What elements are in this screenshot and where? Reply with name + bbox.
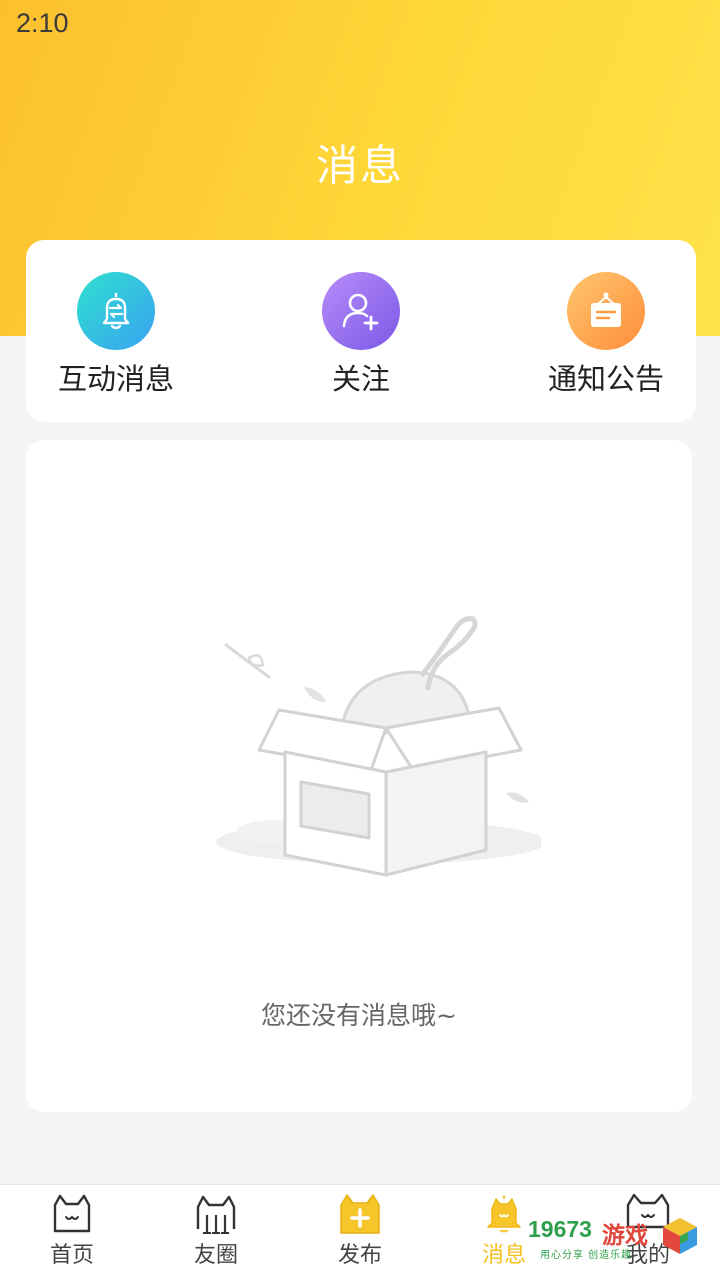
bell-swap-icon bbox=[77, 272, 155, 350]
bell-icon bbox=[487, 1195, 521, 1233]
cat-group-icon bbox=[196, 1195, 236, 1234]
announcements-label: 通知公告 bbox=[547, 362, 664, 396]
cat-head-icon bbox=[53, 1194, 91, 1233]
tab-home-label: 首页 bbox=[49, 1243, 94, 1268]
site-watermark: 19673 游戏 用心分享 创造乐趣 bbox=[526, 1212, 702, 1264]
empty-state-text: 您还没有消息哦~ bbox=[261, 1001, 457, 1030]
page-title: 消息 bbox=[315, 141, 404, 190]
publish-plus-icon bbox=[340, 1194, 380, 1234]
notice-board-icon bbox=[567, 272, 645, 350]
tab-publish[interactable]: 发布 bbox=[288, 1193, 432, 1279]
watermark-slogan: 用心分享 创造乐趣 bbox=[540, 1250, 633, 1261]
tab-messages-label: 消息 bbox=[481, 1243, 526, 1268]
interactive-messages-label: 互动消息 bbox=[57, 362, 174, 396]
user-plus-icon bbox=[322, 272, 400, 350]
tab-publish-label: 发布 bbox=[337, 1243, 382, 1268]
empty-state-card: 您还没有消息哦~ bbox=[26, 440, 692, 1112]
watermark-word: 游戏 bbox=[602, 1223, 648, 1249]
follow-button[interactable]: 关注 bbox=[261, 272, 461, 402]
tab-friends-label: 友圈 bbox=[193, 1243, 238, 1268]
cat-in-box-icon bbox=[216, 616, 541, 877]
interactive-messages-button[interactable]: 互动消息 bbox=[16, 272, 216, 402]
tab-home[interactable]: 首页 bbox=[0, 1193, 144, 1279]
announcements-button[interactable]: 通知公告 bbox=[506, 272, 706, 402]
tab-friends[interactable]: 友圈 bbox=[144, 1193, 288, 1279]
watermark-number: 19673 bbox=[528, 1216, 592, 1242]
follow-label: 关注 bbox=[331, 362, 390, 396]
messages-screen: 2:10 消息 互动消息 关注 通知公告 您还没有消息哦~ 首页 友圈 发布 消… bbox=[0, 0, 720, 1280]
cube-logo-icon bbox=[663, 1218, 697, 1254]
status-bar-time: 2:10 bbox=[16, 8, 69, 38]
quick-actions-card: 互动消息 关注 通知公告 bbox=[26, 240, 696, 422]
